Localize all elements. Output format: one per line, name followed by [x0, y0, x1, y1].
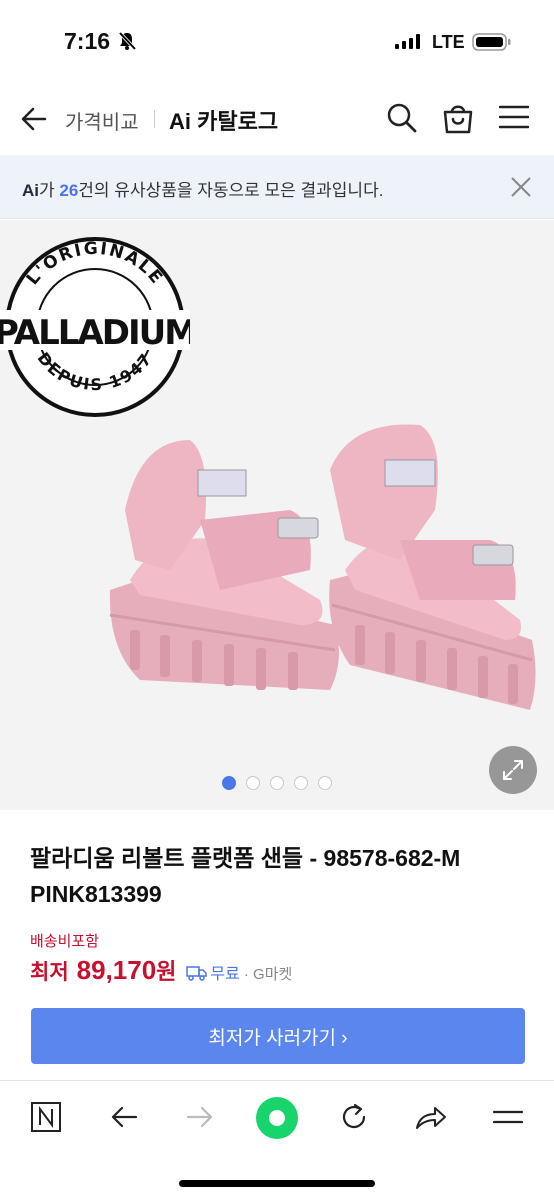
svg-text:PALLADIUM: PALLADIUM	[0, 313, 190, 353]
status-time: 7:16	[64, 28, 111, 54]
menu-icon[interactable]	[492, 1101, 524, 1133]
back-icon[interactable]	[108, 1101, 140, 1133]
shipping-included-label: 배송비포함	[30, 933, 100, 950]
ai-banner: Ai가 26건의 유사상품을 자동으로 모은 결과입니다.	[0, 155, 554, 219]
seller-name: · G마켓	[243, 966, 293, 983]
breadcrumb-price-compare[interactable]: 가격비교	[65, 106, 139, 135]
product-image-carousel[interactable]: L'ORIGINALE DEPUIS 1947 PALLADIUM	[0, 220, 554, 810]
page-title[interactable]: Ai 카탈로그	[169, 104, 278, 136]
forward-icon[interactable]	[184, 1101, 216, 1133]
carousel-dot[interactable]	[294, 776, 308, 790]
price-row: 최저 89,170 원 무료 · G마켓	[30, 954, 292, 986]
home-dot-icon[interactable]	[255, 1096, 299, 1140]
expand-icon	[503, 760, 523, 780]
network-label: LTE	[432, 32, 465, 52]
expand-image-button[interactable]	[489, 746, 537, 794]
top-nav: 가격비교 Ai 카탈로그	[0, 88, 554, 150]
home-indicator	[179, 1180, 375, 1187]
palladium-logo: L'ORIGINALE DEPUIS 1947 PALLADIUM	[0, 237, 190, 417]
ai-banner-text: Ai가 26건의 유사상품을 자동으로 모은 결과입니다.	[22, 176, 383, 201]
search-icon[interactable]	[385, 101, 419, 135]
product-title: 팔라디움 리볼트 플랫폼 샌들 - 98578-682-M PINK813399	[30, 845, 461, 907]
ai-banner-prefix: 가	[39, 181, 60, 200]
status-bar: 7:16 LTE	[0, 0, 554, 84]
bell-off-icon	[118, 31, 137, 51]
carousel-dot[interactable]	[246, 776, 260, 790]
signal-icon	[395, 34, 420, 49]
hamburger-menu-icon[interactable]	[499, 104, 529, 130]
carousel-indicator	[222, 776, 332, 790]
battery-icon	[472, 33, 511, 51]
carousel-dot[interactable]	[222, 776, 236, 790]
price-unit: 원	[156, 959, 177, 984]
truck-icon	[186, 966, 208, 981]
carousel-dot[interactable]	[270, 776, 284, 790]
lowest-price-label: 최저	[30, 961, 69, 984]
ai-result-count: 26	[59, 181, 79, 200]
refresh-icon[interactable]	[338, 1101, 370, 1133]
free-shipping-label: 무료	[210, 966, 240, 983]
nav-divider	[154, 110, 155, 128]
close-icon[interactable]	[510, 176, 532, 198]
share-icon[interactable]	[414, 1101, 448, 1133]
shopping-bag-icon[interactable]	[442, 101, 474, 135]
n-icon[interactable]	[30, 1101, 62, 1133]
ai-mark: Ai	[22, 181, 39, 200]
price-value: 89,170	[76, 955, 157, 985]
ai-banner-suffix: 건의 유사상품을 자동으로 모은 결과입니다.	[78, 181, 384, 200]
carousel-dot[interactable]	[318, 776, 332, 790]
product-photo-sandals	[109, 424, 536, 710]
back-arrow-icon[interactable]	[20, 105, 48, 133]
buy-lowest-price-button[interactable]: 최저가 사러가기 ›	[31, 1008, 525, 1064]
